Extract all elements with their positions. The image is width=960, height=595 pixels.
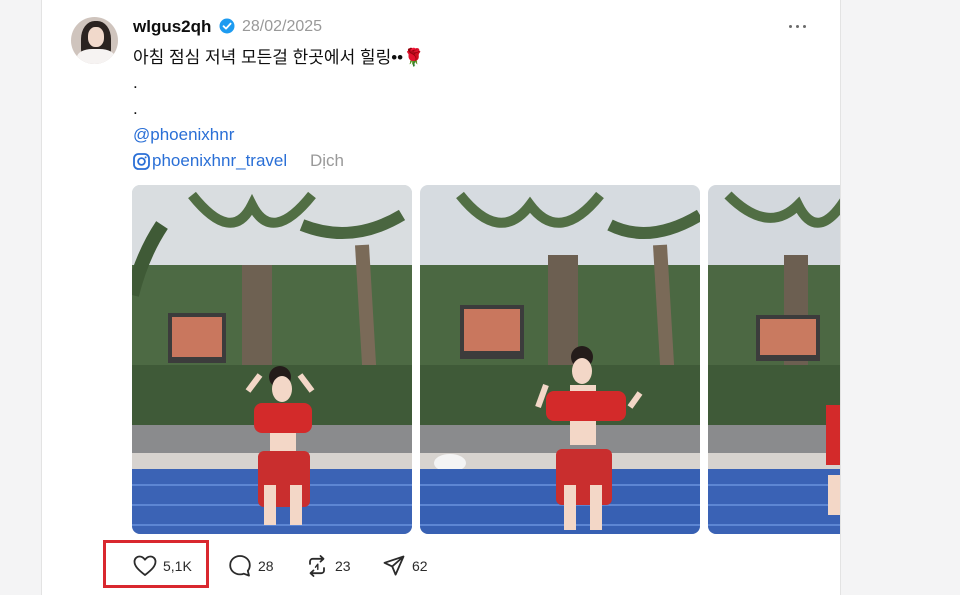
post-text: 아침 점심 저녁 모든걸 한곳에서 힐링••🌹 bbox=[133, 48, 425, 67]
avatar[interactable] bbox=[71, 17, 118, 64]
post-text-dot: . bbox=[133, 73, 138, 92]
post-text-dot: . bbox=[133, 99, 138, 118]
instagram-icon bbox=[133, 153, 150, 170]
send-icon bbox=[383, 555, 405, 576]
repost-count: 23 bbox=[335, 558, 351, 574]
mention-link[interactable]: @phoenixhnr bbox=[133, 125, 234, 145]
comment-button[interactable]: 28 bbox=[228, 552, 274, 580]
share-button[interactable]: 62 bbox=[382, 552, 428, 580]
instagram-handle-link[interactable]: phoenixhnr_travel bbox=[152, 151, 287, 171]
repost-button[interactable]: 23 bbox=[305, 552, 351, 580]
post-date[interactable]: 28/02/2025 bbox=[242, 18, 322, 36]
like-button[interactable]: 5,1K bbox=[133, 552, 192, 580]
heart-icon bbox=[133, 555, 157, 576]
share-count: 62 bbox=[412, 558, 428, 574]
more-options-button[interactable] bbox=[786, 16, 810, 36]
post-photo[interactable] bbox=[420, 185, 700, 534]
translate-button[interactable]: Dịch bbox=[310, 151, 344, 171]
like-count: 5,1K bbox=[163, 558, 192, 574]
comment-count: 28 bbox=[258, 558, 274, 574]
post-card: wlgus2qh 28/02/2025 아침 점심 저녁 모든걸 한곳에서 힐링… bbox=[41, 0, 841, 595]
repost-icon bbox=[309, 555, 325, 577]
verified-badge-icon bbox=[219, 18, 235, 34]
username[interactable]: wlgus2qh bbox=[133, 17, 211, 37]
post-photo[interactable] bbox=[708, 185, 840, 534]
post-photo[interactable] bbox=[132, 185, 412, 534]
comment-bubble-icon bbox=[229, 555, 251, 577]
